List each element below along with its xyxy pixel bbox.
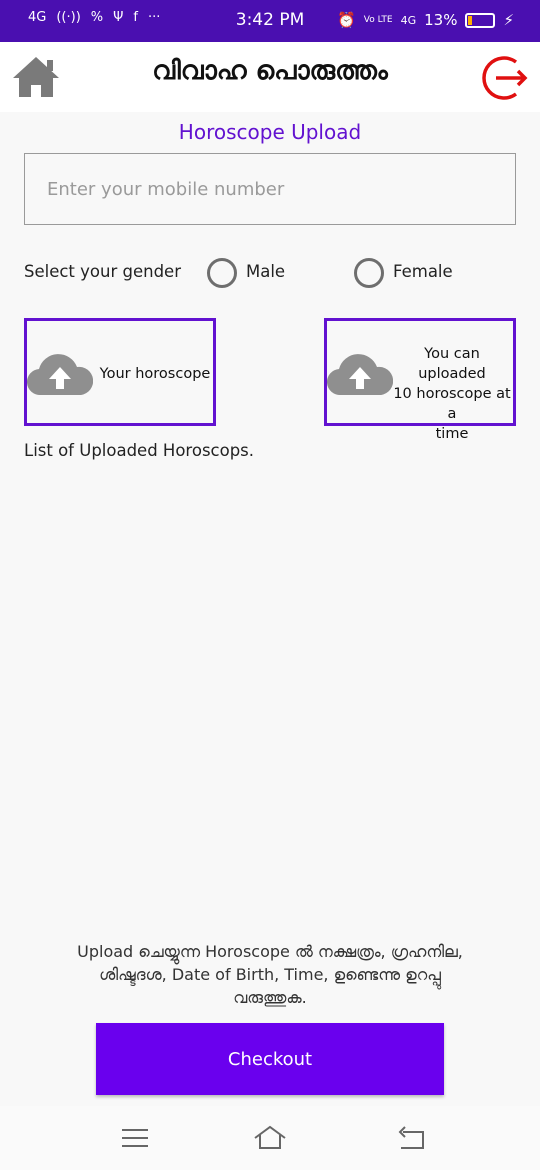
female-radio[interactable] bbox=[354, 258, 384, 288]
menu-icon[interactable] bbox=[118, 1124, 152, 1152]
volte-icon: Vo LTE bbox=[363, 15, 393, 25]
checkout-button[interactable]: Checkout bbox=[96, 1023, 444, 1095]
app-title: വിവാഹ പൊരുത്തം bbox=[152, 56, 388, 86]
upload-note-line3: വരുത്തുക. bbox=[233, 988, 307, 1007]
app-bar: വിവാഹ പൊരുത്തം bbox=[0, 42, 540, 112]
multi-upload-label-line2: 10 horoscope at a bbox=[393, 386, 511, 422]
female-label[interactable]: Female bbox=[393, 262, 453, 281]
battery-percent: 13% bbox=[424, 11, 458, 29]
upload-note: Upload ചെയ്യുന്ന Horoscope ൽ നക്ഷത്രം, ഗ… bbox=[30, 940, 510, 1009]
multi-upload-label-line3: time bbox=[435, 426, 469, 442]
logout-icon[interactable] bbox=[478, 52, 530, 104]
cloud-upload-icon bbox=[27, 354, 93, 396]
single-upload-label: Your horoscope bbox=[99, 366, 211, 382]
uploaded-list-title: List of Uploaded Horoscops. bbox=[24, 441, 255, 460]
multi-upload-button[interactable]: You can uploaded 10 horoscope at a time bbox=[324, 318, 516, 442]
mobile-number-input[interactable] bbox=[24, 153, 516, 225]
alarm-icon: ⏰ bbox=[337, 11, 356, 29]
charging-icon: ⚡ bbox=[503, 11, 514, 29]
battery-icon bbox=[465, 12, 496, 28]
home-nav-icon[interactable] bbox=[253, 1124, 287, 1152]
cloud-upload-icon bbox=[327, 354, 393, 396]
upload-note-line2: ശിഷ്ടദശ, Date of Birth, Time, ഉണ്ടെന്നു … bbox=[99, 965, 441, 984]
male-label[interactable]: Male bbox=[246, 262, 285, 281]
multi-upload-label-line1: You can uploaded bbox=[418, 346, 486, 382]
network-4g-right: 4G bbox=[400, 13, 417, 27]
multi-upload-label: You can uploaded 10 horoscope at a time bbox=[389, 344, 515, 444]
male-radio[interactable] bbox=[207, 258, 237, 288]
single-upload-button[interactable]: Your horoscope bbox=[24, 318, 216, 426]
system-nav-bar bbox=[0, 1106, 540, 1170]
gender-label: Select your gender bbox=[24, 262, 181, 281]
section-title: Horoscope Upload bbox=[178, 120, 362, 144]
status-bar: 4G ((·)) % Ψ f ··· 3:42 PM ⏰ Vo LTE 4G 1… bbox=[0, 0, 540, 42]
status-right-icons: ⏰ Vo LTE 4G 13% ⚡ bbox=[337, 11, 514, 29]
back-icon[interactable] bbox=[395, 1124, 429, 1152]
upload-note-line1: Upload ചെയ്യുന്ന Horoscope ൽ നക്ഷത്രം, ഗ… bbox=[77, 942, 463, 961]
